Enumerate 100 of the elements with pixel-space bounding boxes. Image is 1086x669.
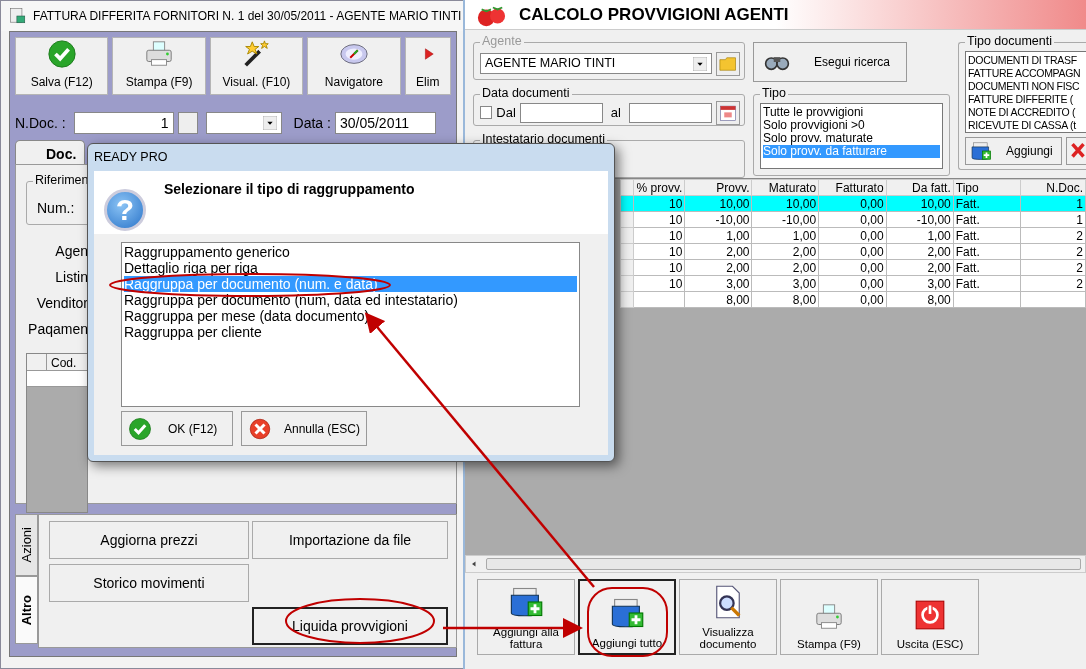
field-label: Venditor (35, 294, 88, 313)
list-item[interactable]: Tutte le provvigioni (763, 106, 940, 119)
table-cell: 10,00 (752, 195, 819, 212)
table-cell: 1,00 (886, 227, 954, 244)
list-item[interactable]: Raggruppa per documento (num, data ed intestatario) (124, 292, 577, 308)
table-cell: 10 (633, 275, 685, 292)
checkbox[interactable] (480, 106, 493, 120)
toolbar-button[interactable]: Uscita (ESC) (881, 579, 979, 655)
table-cell: 1 (1020, 211, 1086, 228)
check-icon (128, 416, 152, 441)
list-item[interactable]: Solo provv. maturate (763, 132, 940, 145)
toolbar-button[interactable]: Stampa (F9) (112, 37, 206, 95)
list-item[interactable]: DOCUMENTI NON FISC (968, 80, 1086, 93)
calendar-button[interactable] (716, 100, 740, 125)
question-icon: ? (104, 189, 146, 231)
table-cell: 2,00 (886, 243, 954, 260)
list-item[interactable]: NOTE DI ACCREDITO ( (968, 106, 1086, 119)
table-cell: 10 (633, 243, 685, 260)
horizontal-scrollbar[interactable] (465, 555, 1086, 573)
field-label: Data : (293, 113, 331, 133)
column-header: % provv. (633, 179, 685, 196)
action-button[interactable]: Importazione da file (252, 521, 448, 559)
group-legend: Agente (480, 34, 524, 49)
printer-icon (144, 39, 175, 69)
table-cell: 2,00 (684, 259, 752, 276)
column-header: Provv. (684, 179, 752, 196)
dropdown-arrow-icon (693, 56, 707, 71)
action-button[interactable]: Aggiorna prezzi (49, 521, 249, 559)
field-label: Paqamen (27, 320, 88, 339)
toolbar-button[interactable]: Navigatore (307, 37, 401, 95)
toolbar-button[interactable]: Visualizza documento (679, 579, 777, 655)
toolbar-button[interactable]: Visual. (F10) (209, 37, 304, 95)
table-cell: 2 (1020, 227, 1086, 244)
action-button[interactable]: Liquida provvigioni (252, 607, 448, 645)
list-item[interactable]: FATTURE ACCOMPAGN (968, 67, 1086, 80)
table-cell: 1,00 (752, 227, 819, 244)
folder-button[interactable] (716, 51, 740, 76)
field-label: Listin (54, 268, 88, 287)
field-label: Agen (54, 242, 88, 261)
search-button[interactable]: Esegui ricerca (753, 42, 907, 82)
cancel-button[interactable]: Annulla (ESC) (241, 411, 367, 446)
window-title: FATTURA DIFFERITA FORNITORI N. 1 del 30/05/2011 - AGENTE MARIO TINTI (33, 8, 462, 25)
tab[interactable]: Doc. (15, 140, 85, 164)
check-icon (46, 39, 77, 69)
table-row[interactable]: 10 2,00 2,00 0,00 2,00 Fatt. 2 (620, 243, 1086, 260)
table-cell: 1,00 (684, 227, 752, 244)
table-row[interactable]: 10 1,00 1,00 0,00 1,00 Fatt. 2 (620, 227, 1086, 244)
field-label: Dal (496, 104, 516, 123)
table-cell: 2,00 (752, 243, 819, 260)
add-button[interactable]: Aggiungi (965, 137, 1062, 165)
action-button[interactable]: Storico movimenti (49, 564, 249, 602)
date-from-field[interactable] (519, 102, 603, 123)
column-header: Tipo (953, 179, 1021, 196)
table-row[interactable]: 8,00 8,00 0,00 8,00 (620, 291, 1086, 308)
table-cell: 0,00 (818, 275, 887, 292)
list-item[interactable]: Raggruppamento generico (124, 244, 577, 260)
column-header: Maturato (752, 179, 819, 196)
group-legend: Tipo documenti (965, 34, 1054, 49)
series-dropdown[interactable] (205, 112, 282, 134)
table-cell: 10 (633, 211, 685, 228)
table-row[interactable]: 10 -10,00 -10,00 0,00 -10,00 Fatt. 1 (620, 211, 1086, 228)
power-icon (913, 598, 947, 632)
agent-dropdown[interactable]: AGENTE MARIO TINTI (480, 53, 712, 75)
table-cell: Fatt. (953, 195, 1021, 212)
list-item[interactable]: DOCUMENTI DI TRASF (968, 54, 1086, 67)
side-tab[interactable]: Azioni (15, 514, 38, 576)
table-cell: 10 (633, 195, 685, 212)
table-row[interactable]: 10 2,00 2,00 0,00 2,00 Fatt. 2 (620, 259, 1086, 276)
number-field[interactable]: 1 (73, 112, 174, 134)
side-tab[interactable]: Altro (15, 576, 38, 644)
list-item[interactable]: Raggruppa per cliente (124, 324, 577, 340)
date-field[interactable]: 30/05/2011 (334, 112, 436, 134)
square-button[interactable] (177, 112, 198, 134)
table-cell: 8,00 (752, 291, 819, 308)
list-item[interactable]: Solo provvigioni >0 (763, 119, 940, 132)
toolbar-button[interactable]: Aggiungi alla fattura (477, 579, 575, 655)
table-row[interactable]: 10 3,00 3,00 0,00 3,00 Fatt. 2 (620, 275, 1086, 292)
column-header: Fatturato (818, 179, 887, 196)
field-label: Num.: (37, 199, 75, 218)
toolbar-button[interactable]: Aggiungi tutto (578, 579, 676, 655)
table-cell: 0,00 (818, 211, 887, 228)
table-cell: 10 (633, 227, 685, 244)
table-cell: 2 (1020, 243, 1086, 260)
toolbar-button[interactable]: Salva (F12) (15, 37, 109, 95)
remove-button[interactable] (1066, 137, 1086, 165)
list-item[interactable]: FATTURE DIFFERITE ( (968, 93, 1086, 106)
list-item[interactable]: RICEVUTE DI CASSA (t (968, 119, 1086, 132)
table-cell: Fatt. (953, 211, 1021, 228)
field-label: al (610, 104, 621, 123)
toolbar-button[interactable]: Elim (404, 37, 451, 95)
date-to-field[interactable] (628, 102, 712, 123)
cancel-icon (248, 416, 272, 441)
table-cell: 0,00 (818, 195, 887, 212)
toolbar-button[interactable]: Stampa (F9) (780, 579, 878, 655)
table-cell: 2 (1020, 259, 1086, 276)
box-add-icon (970, 140, 992, 162)
table-cell: 1 (1020, 195, 1086, 212)
table-cell: 2,00 (684, 243, 752, 260)
scroll-left-icon (470, 560, 478, 568)
ok-button[interactable]: OK (F12) (121, 411, 233, 446)
